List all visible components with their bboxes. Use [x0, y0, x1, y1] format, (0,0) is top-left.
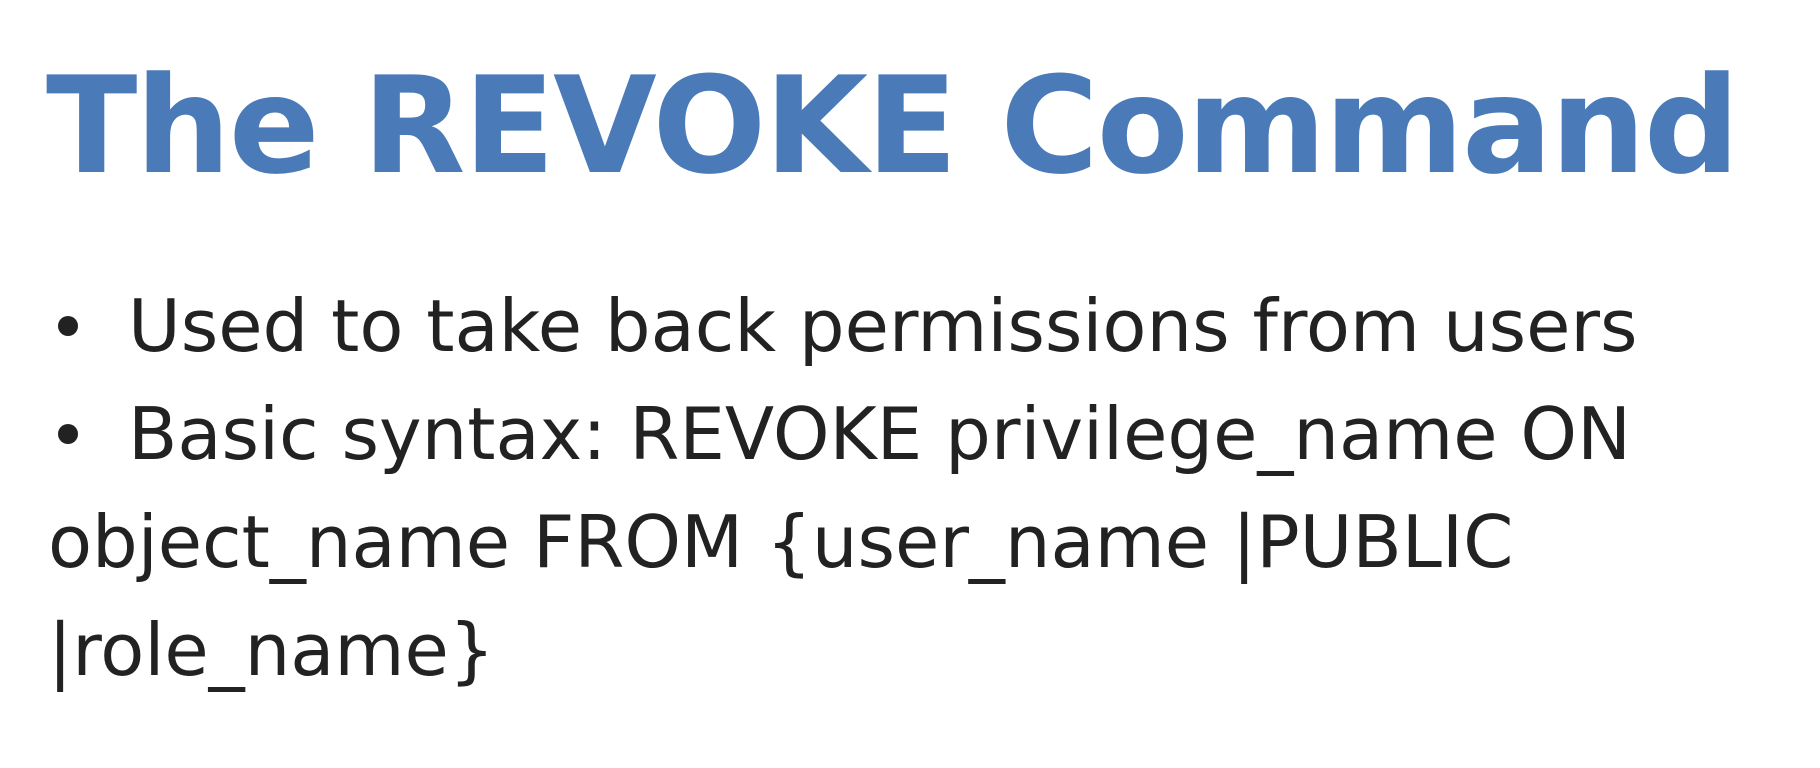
- bullet-list: Used to take back permissions from users…: [48, 272, 1788, 704]
- bullet-text: Used to take back permissions from users: [128, 284, 1638, 368]
- bullet-item: Used to take back permissions from users: [48, 272, 1788, 380]
- slide-title: The REVOKE Command: [46, 48, 1740, 204]
- bullet-item: Basic syntax: REVOKE privilege_name ON o…: [48, 380, 1788, 704]
- bullet-dot-icon: [58, 316, 78, 336]
- bullet-dot-icon: [58, 424, 78, 444]
- bullet-text: Basic syntax: REVOKE privilege_name ON o…: [48, 392, 1631, 692]
- slide: The REVOKE Command Used to take back per…: [0, 0, 1820, 768]
